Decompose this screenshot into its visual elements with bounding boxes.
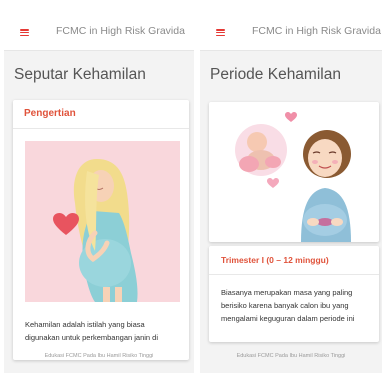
trimester-card: Trimester I (0 – 12 minggu) Biasanya mer…: [209, 246, 379, 342]
definition-card: Pengertian Kehamilan adalah istilah yang…: [13, 100, 189, 360]
menu-icon[interactable]: [216, 29, 225, 37]
app-bar: FCMC in High Risk Gravida: [4, 14, 194, 51]
card-body-text: Kehamilan adalah istilah yang biasa digu…: [25, 320, 159, 342]
pregnancy-illustration-card: [209, 102, 379, 242]
section-title: Seputar Kehamilan: [14, 66, 146, 83]
card-header: Trimester I (0 – 12 minggu): [209, 246, 379, 275]
app-title: FCMC in High Risk Gravida: [252, 25, 381, 37]
footer-text: Edukasi FCMC Pada Ibu Hamil Risiko Tingg…: [236, 353, 346, 359]
pregnant-woman-illustration: [25, 141, 180, 302]
card-body-text: Biasanya merupakan masa yang paling beri…: [221, 288, 355, 323]
app-title: FCMC in High Risk Gravida: [56, 25, 185, 37]
phone-screen-left: FCMC in High Risk Gravida Seputar Kehami…: [4, 14, 194, 373]
heart-icon: [53, 213, 79, 235]
mother-baby-illustration: [235, 112, 351, 242]
section-title: Periode Kehamilan: [210, 66, 341, 83]
footer-text: Edukasi FCMC Pada Ibu Hamil Risiko Tingg…: [44, 353, 154, 359]
card-header: Pengertian: [13, 100, 189, 129]
menu-icon[interactable]: [20, 29, 29, 37]
phone-screen-right: FCMC in High Risk Gravida Periode Kehami…: [200, 14, 382, 373]
app-bar: FCMC in High Risk Gravida: [200, 14, 382, 51]
